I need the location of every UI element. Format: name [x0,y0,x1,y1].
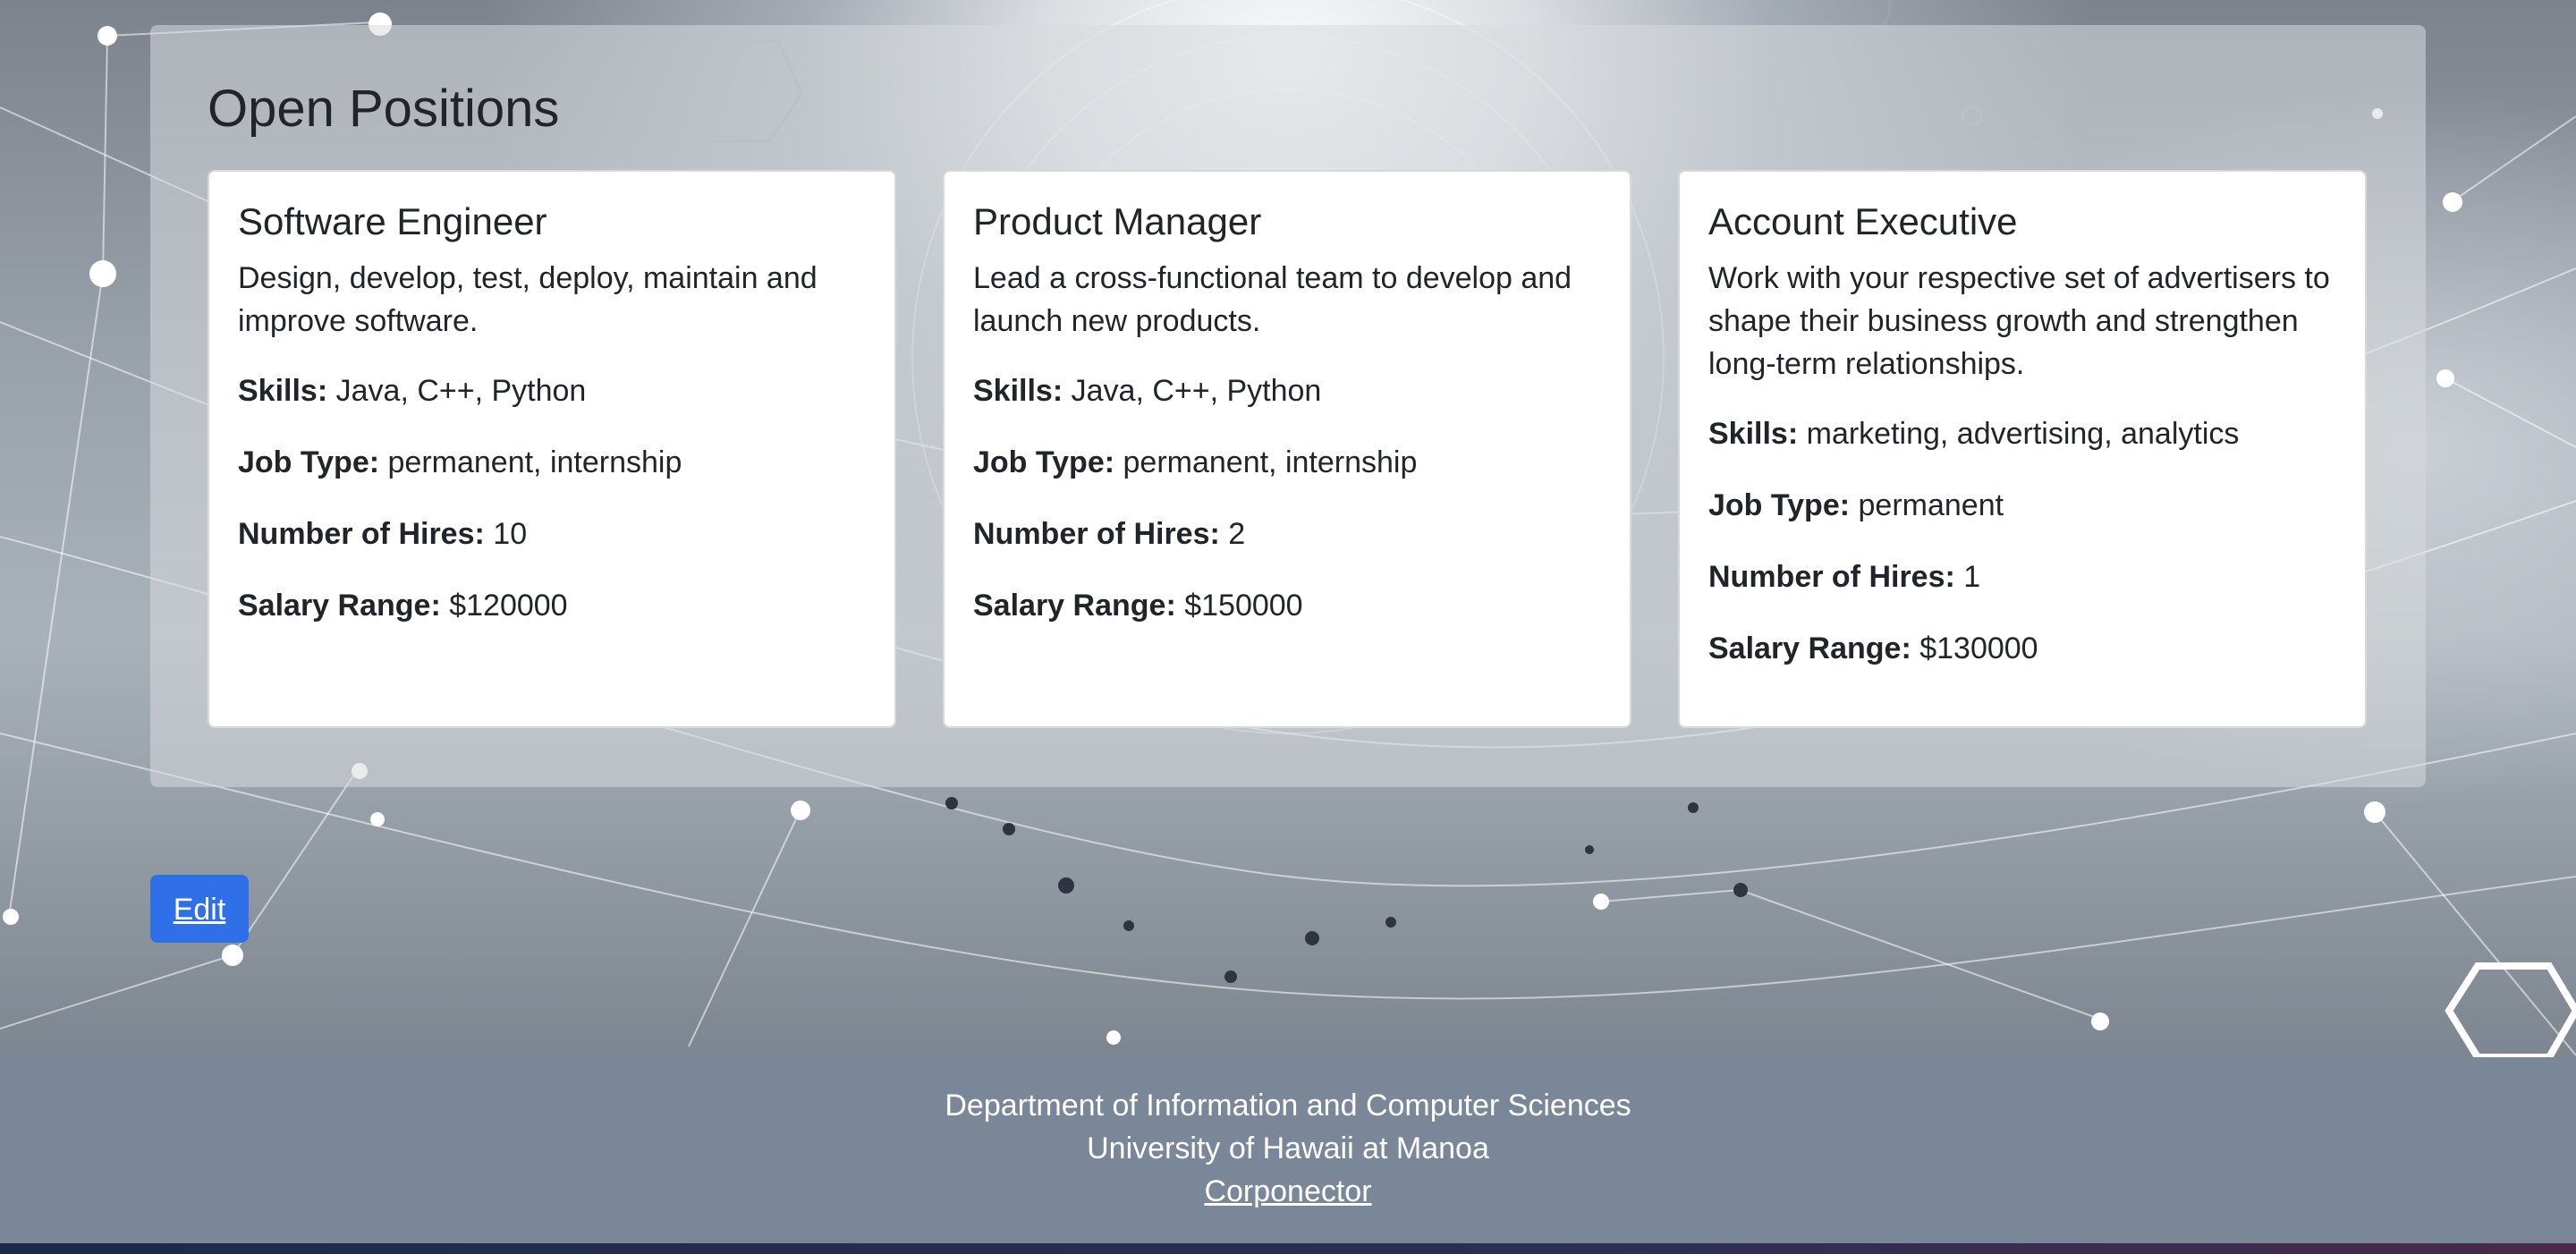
hires-value: 10 [493,516,528,551]
hires-label: Number of Hires: [973,516,1220,551]
skills-label: Skills: [1708,416,1799,451]
skills-label: Skills: [238,373,328,408]
job-hires: Number of Hires: 1 [1708,555,2336,598]
job-skills: Skills: Java, C++, Python [238,369,866,412]
job-title: Account Executive [1708,200,2018,242]
job-card-software-engineer: Software Engineer Design, develop, test,… [208,170,896,728]
hires-value: 2 [1228,516,1246,551]
footer-university: University of Hawaii at Manoa [1087,1131,1489,1165]
hires-value: 1 [1963,559,1981,594]
job-type-value: permanent, internship [1123,445,1418,479]
site-footer: Department of Information and Computer S… [0,1057,2576,1243]
job-type-label: Job Type: [1708,487,1851,522]
salary-value: $130000 [1919,631,2038,665]
job-hires: Number of Hires: 2 [973,513,1601,555]
job-type-value: permanent, internship [387,445,682,479]
job-title: Product Manager [973,200,1262,242]
job-card-account-executive: Account Executive Work with your respect… [1678,170,2367,728]
job-skills: Skills: marketing, advertising, analytic… [1708,412,2336,455]
salary-value: $150000 [1184,588,1303,623]
job-type: Job Type: permanent, internship [973,441,1601,484]
job-type: Job Type: permanent [1708,484,2336,527]
footer-department: Department of Information and Computer S… [945,1089,1631,1123]
job-type-label: Job Type: [973,445,1115,479]
job-card-product-manager: Product Manager Lead a cross-functional … [943,170,1631,728]
job-description: Lead a cross-functional team to develop … [973,260,1572,338]
edit-button[interactable]: Edit [150,875,249,943]
salary-label: Salary Range: [973,588,1176,623]
job-type: Job Type: permanent, internship [238,441,866,484]
salary-label: Salary Range: [1708,631,1911,665]
job-salary: Salary Range: $150000 [973,584,1601,627]
job-hires: Number of Hires: 10 [238,513,866,555]
job-salary: Salary Range: $130000 [1708,627,2336,670]
footer-corponector-link[interactable]: Corponector [1204,1174,1371,1208]
open-positions-panel: Open Positions Software Engineer Design,… [150,25,2426,787]
job-title: Software Engineer [238,200,547,242]
hires-label: Number of Hires: [1708,559,1955,594]
job-description: Design, develop, test, deploy, maintain … [238,260,818,338]
hires-label: Number of Hires: [238,516,485,551]
job-salary: Salary Range: $120000 [238,584,866,627]
job-skills: Skills: Java, C++, Python [973,369,1601,412]
skills-value: Java, C++, Python [335,373,587,408]
skills-label: Skills: [973,373,1063,408]
bottom-strip [0,1243,2576,1254]
skills-value: marketing, advertising, analytics [1806,416,2240,451]
page-title: Open Positions [208,80,560,138]
salary-label: Salary Range: [238,588,441,623]
skills-value: Java, C++, Python [1071,373,1322,408]
job-type-label: Job Type: [238,445,380,479]
job-description: Work with your respective set of adverti… [1708,260,2330,381]
salary-value: $120000 [449,588,568,623]
job-type-value: permanent [1858,487,2004,522]
job-cards: Software Engineer Design, develop, test,… [208,170,2370,730]
